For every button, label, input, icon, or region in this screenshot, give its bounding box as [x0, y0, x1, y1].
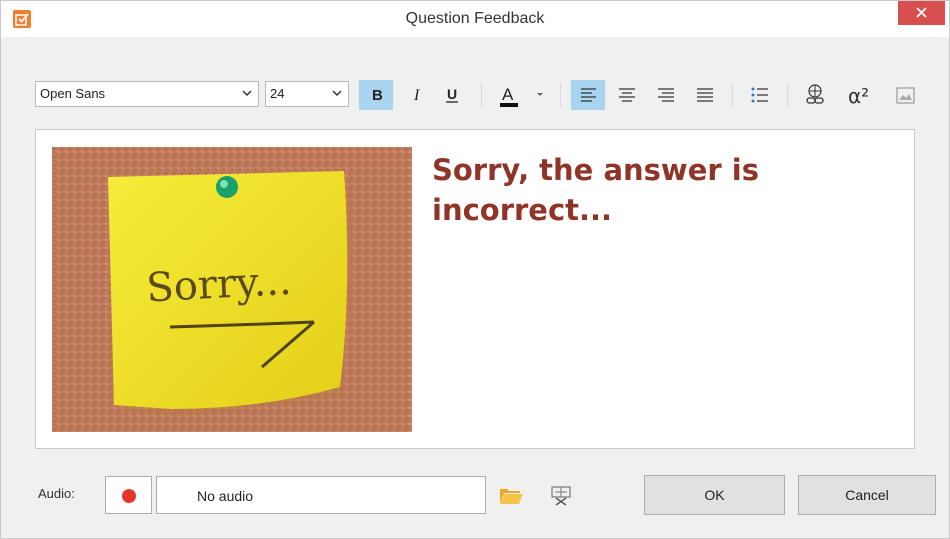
- folder-icon: [500, 489, 523, 504]
- alpha-superscript-icon: α²: [848, 84, 869, 108]
- svg-text:α²: α²: [848, 84, 869, 108]
- audio-label: Audio:: [38, 486, 75, 501]
- italic-button[interactable]: I: [401, 80, 435, 110]
- formatting-toolbar: Open Sans 24 B I U A α²: [1, 71, 949, 121]
- feedback-text[interactable]: Sorry, the answer is incorrect...: [432, 150, 902, 230]
- svg-text:U: U: [447, 86, 457, 102]
- toolbar-separator: [787, 83, 788, 107]
- font-color-button[interactable]: A: [491, 80, 551, 110]
- align-justify-button[interactable]: [688, 80, 722, 110]
- chevron-down-icon: [332, 90, 342, 97]
- title-bar: Question Feedback: [1, 1, 949, 37]
- font-size-select[interactable]: 24: [265, 81, 349, 107]
- bold-button[interactable]: B: [359, 80, 393, 110]
- svg-text:I: I: [413, 87, 420, 104]
- close-icon: [916, 7, 927, 18]
- image-icon: [896, 87, 915, 104]
- equation-button[interactable]: α²: [839, 80, 873, 110]
- font-size-value: 24: [270, 86, 285, 101]
- svg-text:A: A: [502, 85, 514, 104]
- toolbar-separator: [481, 83, 482, 107]
- hyperlink-button[interactable]: [798, 80, 832, 110]
- audio-field[interactable]: No audio: [156, 476, 486, 514]
- align-center-button[interactable]: [610, 80, 644, 110]
- close-button[interactable]: [898, 1, 945, 25]
- feedback-editor[interactable]: Sorry... Sorry, the answer is incorrect.…: [35, 129, 915, 449]
- toolbar-separator: [560, 83, 561, 107]
- align-right-button[interactable]: [649, 80, 683, 110]
- font-family-value: Open Sans: [40, 86, 106, 101]
- insert-image-button[interactable]: [889, 80, 923, 110]
- question-feedback-dialog: Question Feedback Open Sans 24 B I U A α…: [0, 0, 950, 539]
- svg-text:B: B: [372, 87, 383, 104]
- remove-audio-button[interactable]: [549, 483, 573, 507]
- open-audio-button[interactable]: [498, 484, 524, 506]
- font-family-select[interactable]: Open Sans: [35, 81, 259, 107]
- chevron-down-icon: [242, 90, 252, 97]
- window-title: Question Feedback: [405, 10, 545, 27]
- remove-audio-icon: [551, 486, 571, 506]
- ok-button[interactable]: OK: [644, 475, 785, 515]
- toolbar-separator: [732, 83, 733, 107]
- svg-text:Sorry...: Sorry...: [145, 258, 292, 312]
- globe-link-icon: [806, 84, 824, 104]
- bullet-list-button[interactable]: [743, 80, 777, 110]
- underline-button[interactable]: U: [435, 80, 469, 110]
- record-icon: [122, 489, 136, 503]
- align-left-button[interactable]: [571, 80, 605, 110]
- record-audio-button[interactable]: [105, 476, 152, 514]
- cancel-button[interactable]: Cancel: [798, 475, 936, 515]
- sticky-note-image: Sorry...: [52, 147, 412, 432]
- audio-value: No audio: [197, 488, 254, 504]
